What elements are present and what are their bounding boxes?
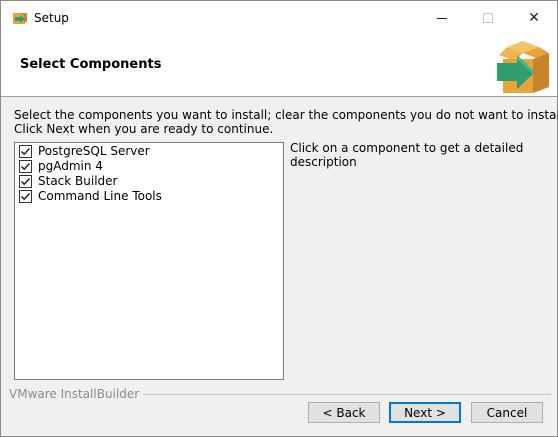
back-button[interactable]: < Back: [308, 402, 380, 423]
page-title: Select Components: [20, 57, 162, 72]
app-icon: [12, 10, 28, 26]
close-icon: ✕: [528, 10, 540, 26]
instruction-line: Select the components you want to instal…: [14, 108, 558, 122]
page-header: Select Components: [1, 35, 557, 97]
component-label: PostgreSQL Server: [38, 144, 150, 158]
component-label: Command Line Tools: [38, 189, 162, 203]
title-bar: Setup ✕: [1, 1, 557, 35]
minimize-icon: [437, 17, 447, 19]
close-button[interactable]: ✕: [511, 1, 557, 35]
checkbox[interactable]: [19, 189, 32, 203]
next-button[interactable]: Next >: [389, 402, 461, 423]
installer-box-arrow-icon: [493, 39, 553, 95]
checkbox[interactable]: [19, 144, 32, 158]
instruction-line: Click Next when you are ready to continu…: [14, 122, 274, 136]
component-item-command-line-tools[interactable]: Command Line Tools: [19, 189, 162, 203]
component-description: Click on a component to get a detailed d…: [290, 141, 545, 169]
component-list[interactable]: PostgreSQL Server pgAdmin 4 Stack Builde…: [14, 142, 284, 380]
footer-divider: [131, 394, 551, 395]
instructions: Select the components you want to instal…: [14, 108, 558, 136]
window-title: Setup: [34, 11, 69, 25]
maximize-button[interactable]: [465, 1, 511, 35]
component-label: Stack Builder: [38, 174, 118, 188]
component-item-pgadmin[interactable]: pgAdmin 4: [19, 159, 103, 173]
minimize-button[interactable]: [419, 1, 465, 35]
cancel-button[interactable]: Cancel: [471, 402, 543, 423]
checkbox[interactable]: [19, 174, 32, 188]
component-item-postgresql-server[interactable]: PostgreSQL Server: [19, 144, 150, 158]
component-item-stack-builder[interactable]: Stack Builder: [19, 174, 117, 188]
checkbox[interactable]: [19, 159, 32, 173]
maximize-icon: [483, 13, 493, 23]
description-line: Click on a component to get a detailed: [290, 141, 524, 155]
description-line: description: [290, 155, 357, 169]
brand-label: VMware InstallBuilder: [9, 387, 144, 401]
component-label: pgAdmin 4: [38, 159, 103, 173]
setup-window: Setup ✕ Select Components Select the com…: [0, 0, 558, 437]
